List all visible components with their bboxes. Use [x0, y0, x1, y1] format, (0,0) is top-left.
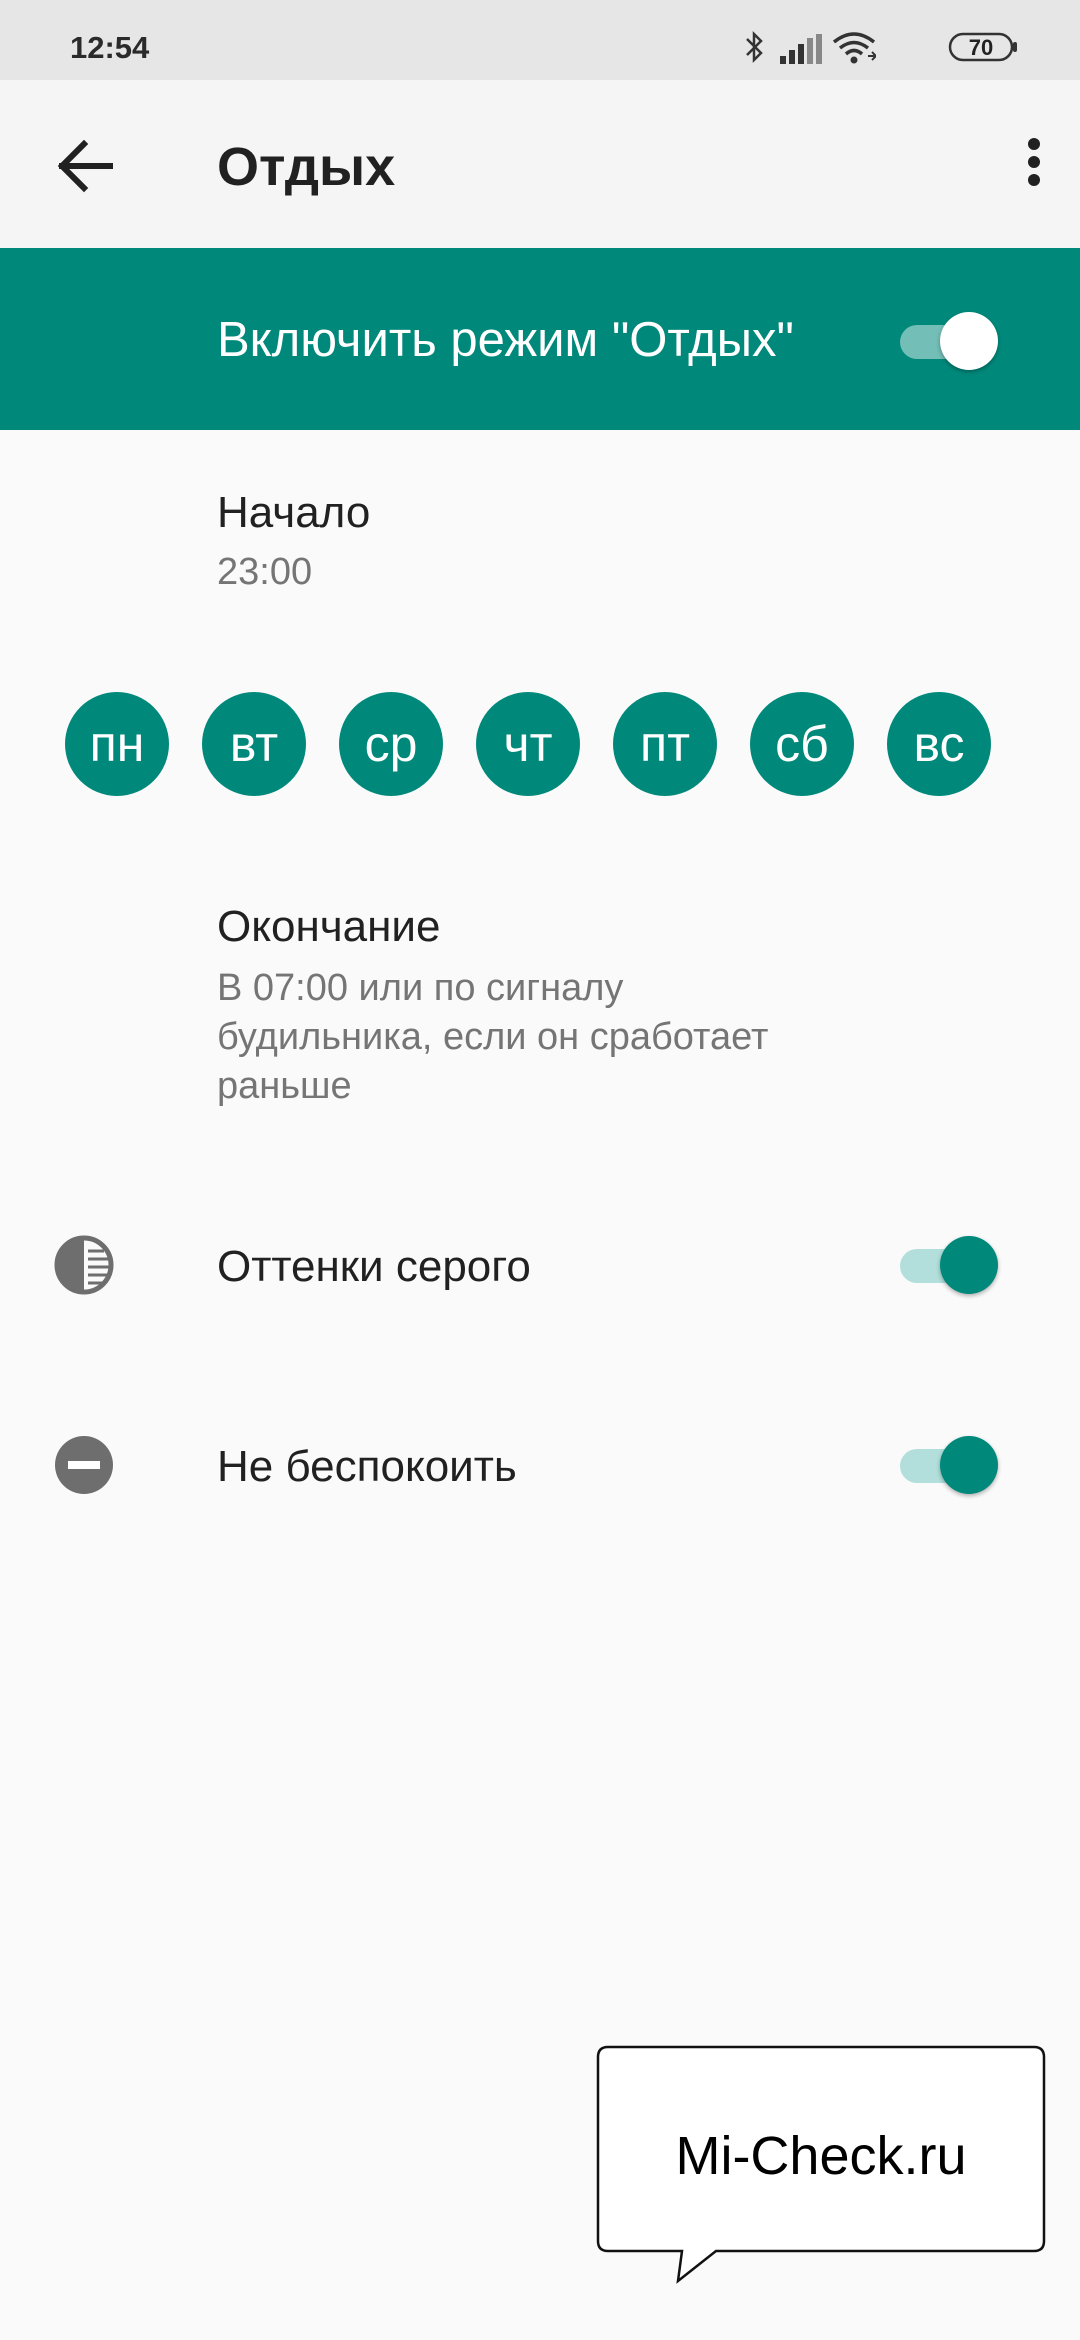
do-not-disturb-icon: [55, 1436, 113, 1494]
more-vert-icon: [1028, 138, 1040, 186]
app-bar: Отдых: [0, 80, 1080, 248]
grayscale-row[interactable]: Оттенки серого: [0, 1200, 1080, 1330]
end-description-line: будильника, если он сработает: [217, 1016, 769, 1058]
toggle-thumb: [940, 1236, 998, 1294]
grayscale-icon: [54, 1235, 114, 1295]
day-button[interactable]: пн: [65, 692, 169, 796]
battery-icon: 70: [948, 32, 1017, 62]
day-button[interactable]: чт: [476, 692, 580, 796]
start-value: 23:00: [217, 551, 313, 593]
toggle-thumb: [940, 1436, 998, 1494]
svg-text:70: 70: [969, 35, 993, 60]
wifi-icon: [832, 32, 876, 64]
status-bar: 12:54 70: [0, 0, 1080, 80]
weekday-selector: пн вт ср чт пт сб вс: [0, 692, 1080, 802]
end-description-line: В 07:00 или по сигналу: [217, 967, 624, 1009]
enable-rest-mode-row[interactable]: Включить режим "Отдых": [0, 248, 1080, 430]
page-title: Отдых: [217, 137, 396, 197]
status-time: 12:54: [70, 30, 150, 65]
do-not-disturb-label: Не беспокоить: [217, 1442, 517, 1491]
watermark-text: Mi-Check.ru: [675, 2126, 967, 2186]
enable-rest-mode-label: Включить режим "Отдых": [217, 313, 794, 367]
arrow-left-icon: [57, 139, 113, 193]
start-title: Начало: [217, 488, 371, 537]
start-time-item[interactable]: Начало 23:00: [0, 450, 1080, 630]
signal-icon: [780, 34, 822, 64]
end-time-item[interactable]: Окончание В 07:00 или по сигналу будильн…: [0, 880, 1080, 1120]
day-button[interactable]: вт: [202, 692, 306, 796]
day-button[interactable]: сб: [750, 692, 854, 796]
do-not-disturb-toggle[interactable]: [898, 1434, 998, 1494]
grayscale-toggle[interactable]: [898, 1234, 998, 1294]
enable-rest-mode-toggle[interactable]: [898, 310, 998, 370]
day-button[interactable]: пт: [613, 692, 717, 796]
day-button[interactable]: вс: [887, 692, 991, 796]
do-not-disturb-row[interactable]: Не беспокоить: [0, 1400, 1080, 1530]
more-options-button[interactable]: [1000, 126, 1060, 206]
back-button[interactable]: [40, 126, 130, 206]
toggle-thumb: [940, 312, 998, 370]
bluetooth-icon: [746, 30, 763, 64]
end-title: Окончание: [217, 902, 441, 951]
day-button[interactable]: ср: [339, 692, 443, 796]
end-description-line: раньше: [217, 1065, 352, 1107]
grayscale-label: Оттенки серого: [217, 1242, 531, 1291]
